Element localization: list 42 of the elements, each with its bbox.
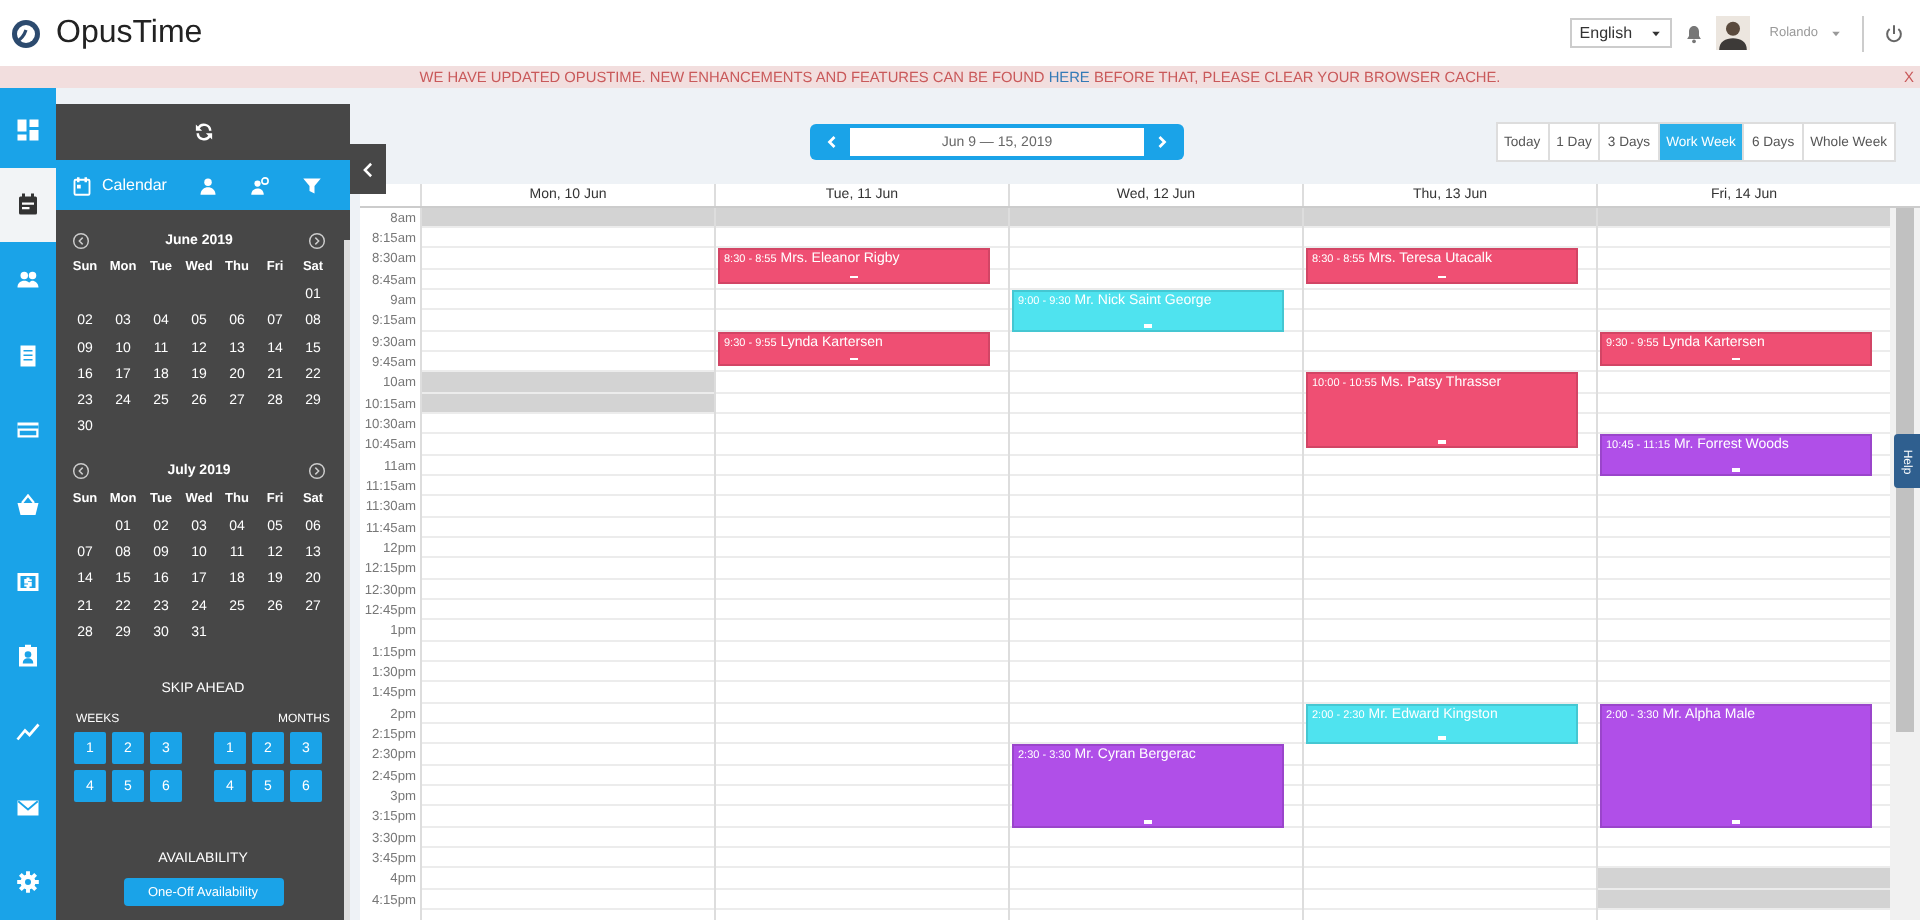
language-select[interactable]: English [1569, 18, 1672, 48]
previous-icon [72, 462, 90, 481]
users-icon [16, 268, 40, 293]
chevron-left-icon [358, 159, 378, 179]
calendar-icon [16, 192, 40, 217]
dashboard-icon [16, 117, 40, 142]
document-icon [16, 343, 40, 368]
app-title: OpusTime [56, 15, 203, 51]
basket-icon [16, 494, 40, 519]
next-icon [307, 231, 326, 249]
resize-handle[interactable] [850, 357, 858, 361]
resize-handle[interactable] [1144, 820, 1152, 823]
contact-card-icon [16, 644, 40, 669]
person-gear-icon [250, 175, 270, 195]
resize-handle[interactable] [1732, 357, 1740, 361]
mail-icon [16, 795, 40, 820]
resize-handle[interactable] [1732, 820, 1740, 823]
resize-handle[interactable] [1438, 440, 1446, 444]
collapse-button[interactable] [350, 144, 386, 194]
calendar-icon [72, 175, 92, 195]
settings-icon [16, 870, 40, 895]
resize-handle[interactable] [850, 275, 858, 279]
resize-handle[interactable] [1438, 736, 1446, 739]
caret-icon [1830, 27, 1842, 39]
filter-icon [302, 175, 322, 195]
avatar[interactable] [1715, 16, 1750, 50]
refresh-icon [193, 122, 213, 142]
person-icon [198, 175, 218, 195]
line-chart-icon [16, 719, 40, 744]
sidebar-item[interactable] [0, 167, 56, 243]
power-icon [1884, 23, 1904, 43]
resize-handle[interactable] [1144, 324, 1152, 327]
resize-handle[interactable] [1438, 275, 1446, 279]
bell-icon [1683, 23, 1704, 43]
caret-icon [1649, 27, 1662, 39]
next-icon [308, 462, 326, 481]
resize-handle[interactable] [1732, 468, 1740, 471]
logo-icon [10, 17, 42, 49]
previous-icon [72, 231, 90, 249]
dollar-icon [16, 569, 40, 594]
credit-card-icon [16, 418, 40, 443]
scrollbar[interactable] [1896, 208, 1914, 732]
